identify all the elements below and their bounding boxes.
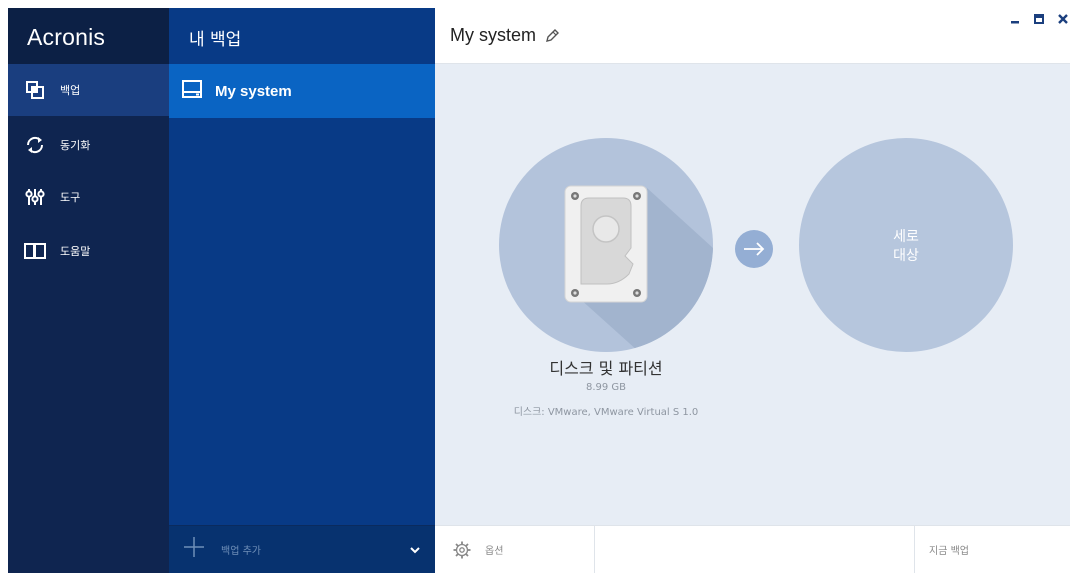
help-book-icon: [24, 240, 46, 262]
backups-panel-title: 내 백업: [189, 30, 242, 50]
minimize-icon[interactable]: [1008, 12, 1022, 26]
acronis-logo: Acronis: [8, 8, 169, 64]
destination-label-line1: 세로: [893, 229, 919, 245]
destination-label: 세로 대상: [799, 228, 1013, 266]
backup-source-circle[interactable]: [499, 138, 713, 352]
gear-icon: [453, 541, 471, 559]
arrow-right-icon: [735, 230, 773, 268]
pencil-icon[interactable]: [544, 28, 560, 44]
bottom-action-bar: 옵션 지금 백업: [435, 525, 1070, 573]
backups-panel: 내 백업 My system 백업 추가: [169, 8, 435, 573]
add-backup-bar[interactable]: 백업 추가: [169, 525, 435, 573]
close-icon[interactable]: [1056, 12, 1070, 26]
nav-item-tools[interactable]: 도구: [8, 171, 169, 223]
nav-item-sync[interactable]: 동기화: [8, 119, 169, 171]
nav-item-backup[interactable]: 백업: [8, 64, 169, 116]
maximize-icon[interactable]: [1032, 12, 1046, 26]
chevron-down-icon[interactable]: [410, 543, 420, 557]
main-area: My system 세로 대상 디스크 및 파티션 8.99 GB 디스크: V…: [435, 8, 1070, 573]
backup-now-button[interactable]: 지금 백업: [915, 526, 1070, 573]
title-bar: My system: [435, 8, 1070, 64]
options-button[interactable]: 옵션: [435, 525, 595, 573]
backup-title: My system: [450, 25, 537, 45]
nav-item-label: 도구: [60, 191, 81, 204]
backup-icon: [24, 79, 46, 101]
nav-item-label: 도움말: [60, 245, 91, 258]
backup-destination-circle[interactable]: 세로 대상: [799, 138, 1013, 352]
destination-label-line2: 대상: [893, 248, 919, 264]
backup-list-item-label: My system: [215, 82, 292, 100]
add-backup-label: 백업 추가: [221, 546, 261, 557]
source-disk-info: 디스크: VMware, VMware Virtual S 1.0: [513, 407, 699, 418]
left-navigation: Acronis 백업 동기화 도구 도움말: [8, 8, 169, 573]
backup-list-item-my-system[interactable]: My system: [169, 64, 435, 118]
options-label: 옵션: [485, 546, 504, 557]
hard-drive-icon: [564, 185, 713, 352]
tools-icon: [24, 186, 46, 208]
sync-icon: [24, 134, 46, 156]
source-size: 8.99 GB: [585, 382, 627, 393]
nav-item-help[interactable]: 도움말: [8, 225, 169, 277]
plus-icon: [183, 536, 207, 563]
bottom-bar-spacer: [595, 525, 915, 573]
drive-icon: [181, 79, 203, 103]
nav-item-label: 동기화: [60, 139, 91, 152]
nav-item-label: 백업: [60, 84, 81, 97]
window-controls: [1008, 12, 1070, 26]
source-name: 디스크 및 파티션: [549, 359, 663, 378]
